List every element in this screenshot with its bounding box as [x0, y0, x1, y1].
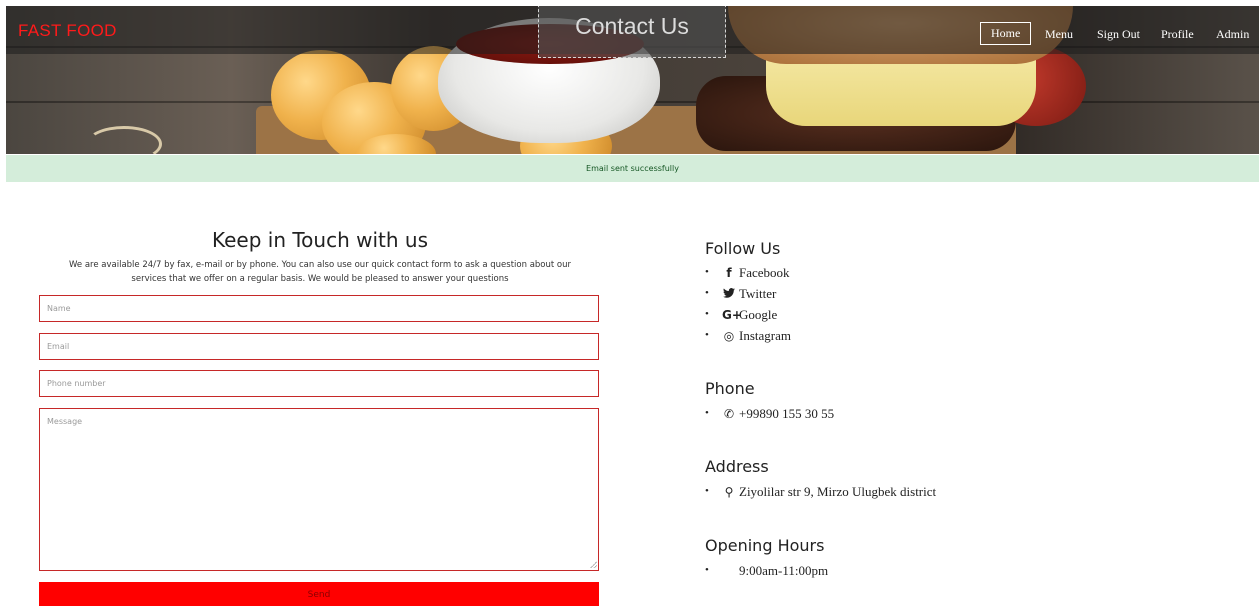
social-link-label: Instagram: [739, 328, 791, 343]
form-description: We are available 24/7 by fax, e-mail or …: [37, 258, 603, 286]
social-link-instagram[interactable]: ◎ Instagram: [705, 325, 791, 346]
name-input[interactable]: [39, 295, 599, 322]
twitter-icon: [722, 284, 736, 305]
phone-number: +99890 155 30 55: [739, 406, 835, 421]
opening-hours-heading: Opening Hours: [705, 536, 825, 555]
social-link-google[interactable]: G+Google: [705, 304, 791, 325]
email-input[interactable]: [39, 333, 599, 360]
facebook-icon: f: [726, 266, 732, 280]
form-description-line2: services that we offer on a regular basi…: [131, 274, 509, 284]
social-links-list: f Facebook Twitter G+Google ◎ Instagram: [705, 262, 791, 346]
opening-hours-item: 9:00am-11:00pm: [705, 560, 828, 581]
address-heading: Address: [705, 457, 769, 476]
google-plus-icon: G+: [722, 308, 742, 322]
phone-icon: ✆: [723, 407, 735, 421]
social-link-twitter[interactable]: Twitter: [705, 283, 791, 304]
instagram-icon: ◎: [723, 329, 735, 343]
opening-hours-list: 9:00am-11:00pm: [705, 560, 828, 581]
success-alert: Email sent successfully: [6, 155, 1259, 182]
hero-banner: FAST FOOD Contact Us Home Menu Sign Out …: [6, 6, 1259, 154]
phone-item: ✆ +99890 155 30 55: [705, 403, 834, 424]
opening-hours-text: 9:00am-11:00pm: [739, 563, 829, 578]
nav-menu-link[interactable]: Menu: [1045, 27, 1073, 42]
page-title: Contact Us: [575, 13, 689, 39]
nav-home-link[interactable]: Home: [980, 22, 1032, 45]
send-button[interactable]: Send: [39, 582, 599, 606]
nav-admin-link[interactable]: Admin: [1216, 27, 1249, 42]
rope-decoration: [86, 126, 162, 154]
message-textarea[interactable]: [39, 408, 599, 571]
nav-profile-link[interactable]: Profile: [1161, 27, 1194, 42]
phone-heading: Phone: [705, 379, 755, 398]
brand-logo[interactable]: FAST FOOD: [18, 21, 117, 41]
phone-list: ✆ +99890 155 30 55: [705, 403, 834, 424]
map-marker-icon: ⚲: [724, 485, 734, 499]
address-text: Ziyolilar str 9, Mirzo Ulugbek district: [739, 484, 937, 499]
form-title: Keep in Touch with us: [211, 228, 428, 252]
social-link-label: Google: [739, 307, 778, 322]
social-link-facebook[interactable]: f Facebook: [705, 262, 791, 283]
resize-grip-icon[interactable]: [590, 561, 597, 568]
phone-number-input[interactable]: [39, 370, 599, 397]
social-link-label: Facebook: [739, 265, 790, 280]
address-item: ⚲ Ziyolilar str 9, Mirzo Ulugbek district: [705, 481, 936, 502]
form-description-line1: We are available 24/7 by fax, e-mail or …: [68, 260, 571, 270]
social-link-label: Twitter: [739, 286, 777, 301]
address-list: ⚲ Ziyolilar str 9, Mirzo Ulugbek district: [705, 481, 936, 502]
nav-sign-out-link[interactable]: Sign Out: [1097, 27, 1140, 42]
page-title-box: Contact Us: [538, 6, 726, 58]
follow-us-heading: Follow Us: [705, 239, 781, 258]
